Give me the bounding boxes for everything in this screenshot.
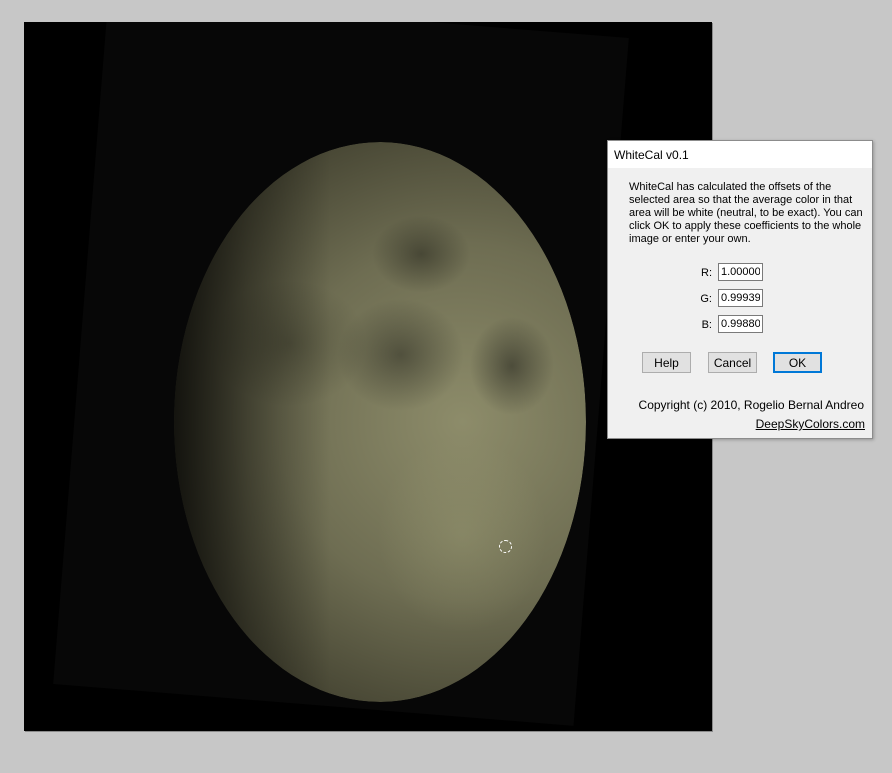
field-label-r: R:: [701, 267, 712, 279]
dialog-title: WhiteCal v0.1: [614, 148, 689, 162]
help-button[interactable]: Help: [642, 352, 691, 373]
ok-button[interactable]: OK: [773, 352, 822, 373]
dialog-message: WhiteCal has calculated the offsets of t…: [629, 181, 863, 245]
cancel-button[interactable]: Cancel: [708, 352, 757, 373]
moon-terminator-shadow: [174, 142, 586, 702]
field-label-g: G:: [700, 293, 712, 305]
field-label-b: B:: [701, 319, 712, 331]
copyright-text: Copyright (c) 2010, Rogelio Bernal Andre…: [638, 398, 864, 412]
deepskycolors-link[interactable]: DeepSkyColors.com: [756, 417, 865, 431]
whitecal-dialog: WhiteCal v0.1 WhiteCal has calculated th…: [607, 140, 873, 439]
g-coefficient-input[interactable]: [718, 289, 763, 307]
b-coefficient-input[interactable]: [718, 315, 763, 333]
field-row-r: R:: [608, 263, 872, 283]
selection-marker[interactable]: [499, 540, 512, 553]
dialog-titlebar[interactable]: WhiteCal v0.1: [608, 141, 872, 168]
r-coefficient-input[interactable]: [718, 263, 763, 281]
field-row-b: B:: [608, 315, 872, 335]
field-row-g: G:: [608, 289, 872, 309]
